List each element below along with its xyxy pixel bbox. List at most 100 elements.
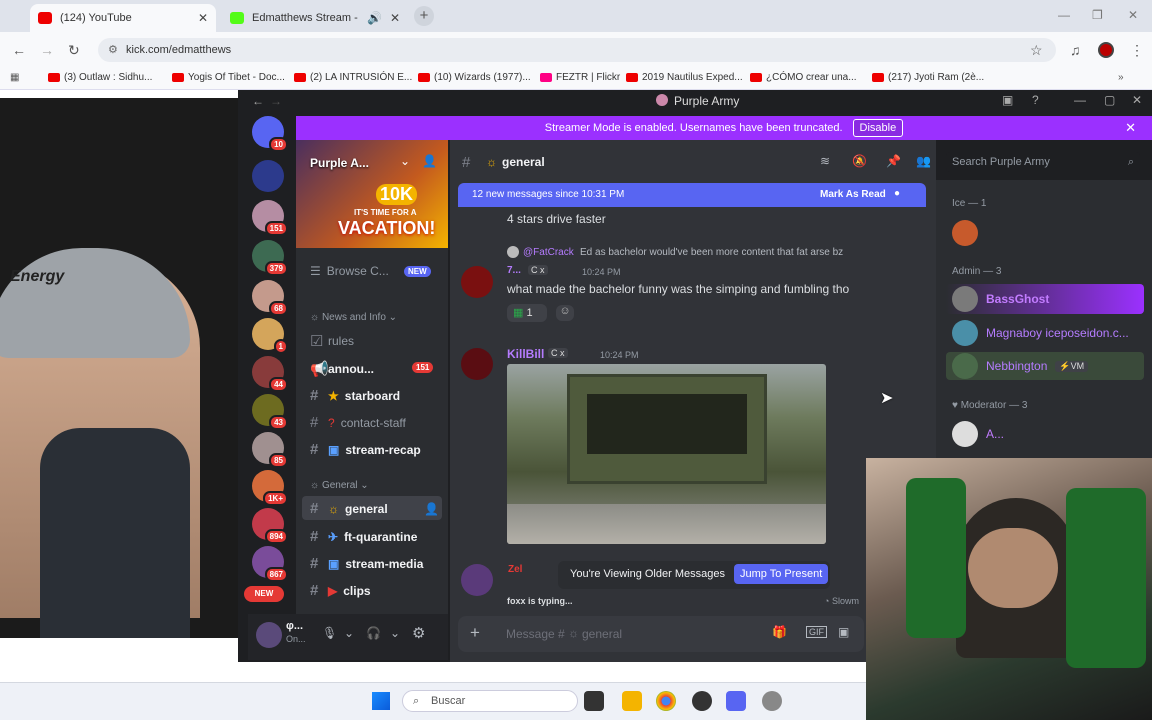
category-general[interactable]: ☼ General ⌄ xyxy=(310,480,369,491)
avatar[interactable] xyxy=(461,266,493,298)
image-attachment[interactable] xyxy=(507,364,826,544)
settings-gear-icon[interactable]: ⚙ xyxy=(412,624,425,642)
reply-preview[interactable]: Ed as bachelor would've been more conten… xyxy=(580,247,843,258)
channel-contact-staff[interactable]: #? contact-staff xyxy=(310,414,406,431)
threads-icon[interactable]: ≋ xyxy=(820,154,830,168)
taskbar-search[interactable]: ⌕ Buscar xyxy=(402,690,578,712)
channel-stream-recap[interactable]: # ▣ stream-recap xyxy=(310,441,421,458)
search-input[interactable]: Search Purple Army ⌕ xyxy=(946,152,1140,172)
chrome-icon[interactable] xyxy=(656,691,676,711)
server-icon[interactable]: 379 xyxy=(252,240,288,276)
avatar[interactable] xyxy=(461,348,493,380)
bookmark-8[interactable]: (217) Jyoti Ram (2è... xyxy=(872,72,984,83)
disable-button[interactable]: Disable xyxy=(852,119,904,137)
media-icon[interactable]: ♫ xyxy=(1070,42,1081,58)
close-icon[interactable]: ✕ xyxy=(1125,120,1136,136)
app-icon[interactable] xyxy=(692,691,712,711)
mute-bell-icon[interactable]: 🔕 xyxy=(852,154,867,168)
close-tab-icon[interactable]: ✕ xyxy=(198,11,208,25)
file-explorer-icon[interactable] xyxy=(622,691,642,711)
avatar[interactable] xyxy=(461,564,493,596)
help-icon[interactable]: ? xyxy=(1032,93,1039,107)
channel-rules[interactable]: ☑ rules xyxy=(310,332,354,350)
bookmark-1[interactable]: (3) Outlaw : Sidhu... xyxy=(48,72,152,83)
server-icon[interactable]: 1K+ xyxy=(252,470,288,506)
server-banner[interactable]: Purple A... ⌄ 👤 10K IT'S TIME FOR A VACA… xyxy=(296,140,448,248)
settings-gear-icon[interactable] xyxy=(762,691,782,711)
server-icon[interactable]: 151 xyxy=(252,200,288,236)
reaction-button[interactable]: ▦ 1 xyxy=(507,304,547,322)
browse-channels[interactable]: ☰ Browse C... xyxy=(310,264,389,278)
add-attachment-icon[interactable]: + xyxy=(470,623,480,643)
new-messages-bar[interactable]: 12 new messages since 10:31 PM Mark As R… xyxy=(458,183,926,207)
jump-to-present-button[interactable]: Jump To Present xyxy=(734,564,829,584)
task-view-icon[interactable] xyxy=(584,691,604,711)
server-icon[interactable] xyxy=(252,160,284,192)
minimize-icon[interactable]: — xyxy=(1058,8,1070,22)
mark-as-read-button[interactable]: Mark As Read xyxy=(820,189,886,200)
channel-stream-media[interactable]: # ▣ stream-media xyxy=(310,555,423,572)
bookmark-6[interactable]: 2019 Nautilus Exped... xyxy=(626,72,743,83)
microphone-icon[interactable]: 🎙 xyxy=(322,626,337,640)
discord-icon[interactable] xyxy=(726,691,746,711)
back-icon[interactable]: ← xyxy=(12,42,26,58)
server-icon[interactable]: 894 xyxy=(252,508,288,544)
avatar[interactable] xyxy=(952,220,978,246)
back-icon[interactable]: ← xyxy=(252,94,264,108)
add-reaction-icon[interactable]: ☺ xyxy=(556,305,574,321)
tab-youtube[interactable]: (124) YouTube ✕ xyxy=(30,4,216,32)
member-mod[interactable]: A... xyxy=(952,421,1004,447)
channel-starboard[interactable]: # ★ starboard xyxy=(310,387,400,404)
username[interactable]: KillBill xyxy=(507,347,544,361)
new-tab-button[interactable]: + xyxy=(414,6,434,26)
server-icon[interactable]: 85 xyxy=(252,432,288,468)
message-composer[interactable]: + Message # ☼ general 🎁 GIF ▣ xyxy=(458,616,864,652)
username[interactable]: 7... xyxy=(507,265,521,276)
forward-icon[interactable]: → xyxy=(270,94,282,108)
minimize-icon[interactable]: — xyxy=(1074,93,1086,107)
server-icon[interactable]: 43 xyxy=(252,394,288,430)
inbox-icon[interactable]: ▣ xyxy=(1002,93,1013,107)
gif-icon[interactable]: GIF xyxy=(806,626,827,638)
headphones-icon[interactable]: 🎧 xyxy=(366,626,381,640)
profile-avatar[interactable] xyxy=(1098,42,1114,58)
bookmark-star-icon[interactable]: ☆ xyxy=(1030,42,1043,59)
member-bassghost[interactable]: BassGhost xyxy=(952,286,1049,312)
server-icon[interactable]: 44 xyxy=(252,356,288,392)
more-bookmarks-icon[interactable]: » xyxy=(1118,72,1124,83)
pin-icon[interactable]: 📌 xyxy=(886,154,901,168)
chevron-down-icon[interactable]: ⌄ xyxy=(344,626,354,640)
invite-icon[interactable]: 👤 xyxy=(424,502,439,516)
close-tab-icon[interactable]: ✕ xyxy=(390,11,400,25)
bookmark-4[interactable]: (10) Wizards (1977)... xyxy=(418,72,531,83)
category-news[interactable]: ☼ News and Info ⌄ xyxy=(310,312,397,323)
server-icon[interactable]: 867 xyxy=(252,546,288,582)
member-nebbington[interactable]: Nebbington ⚡VM xyxy=(952,353,1089,379)
menu-icon[interactable]: ⋮ xyxy=(1130,42,1144,59)
forward-icon[interactable]: → xyxy=(40,42,54,58)
speaker-icon[interactable]: 🔊 xyxy=(367,11,382,25)
tab-kick[interactable]: Edmatthews Stream - Watc 🔊 ✕ xyxy=(222,4,408,32)
close-window-icon[interactable]: ✕ xyxy=(1128,8,1138,22)
new-servers-pill[interactable]: NEW xyxy=(244,586,284,602)
address-bar[interactable]: ⚙ kick.com/edmatthews xyxy=(98,38,1056,62)
windows-start-icon[interactable] xyxy=(372,692,390,710)
channel-ft-quarantine[interactable]: # ✈ ft-quarantine xyxy=(310,528,417,545)
server-icon[interactable]: 68 xyxy=(252,280,288,316)
close-icon[interactable]: ✕ xyxy=(1132,93,1142,107)
member-magnaboy[interactable]: Magnaboy iceposeidon.c... xyxy=(952,320,1129,346)
server-name[interactable]: Purple A... xyxy=(310,156,369,170)
bookmark-7[interactable]: ¿CÓMO crear una... xyxy=(750,72,857,83)
bookmark-2[interactable]: Yogis Of Tibet - Doc... xyxy=(172,72,285,83)
invite-icon[interactable]: 👤 xyxy=(422,154,437,168)
sticker-icon[interactable]: ▣ xyxy=(838,625,849,639)
reload-icon[interactable]: ↻ xyxy=(68,42,80,59)
maximize-icon[interactable]: ▢ xyxy=(1104,93,1115,107)
avatar[interactable] xyxy=(256,622,282,648)
member-list-icon[interactable]: 👥 xyxy=(916,154,931,168)
chevron-down-icon[interactable]: ⌄ xyxy=(390,626,400,640)
bookmark-3[interactable]: (2) LA INTRUSIÓN E... xyxy=(294,72,412,83)
channel-announcements[interactable]: 📢 annou... xyxy=(310,360,374,378)
reply-username[interactable]: @FatCrack xyxy=(523,247,574,258)
site-info-icon[interactable]: ⚙ xyxy=(108,38,118,62)
